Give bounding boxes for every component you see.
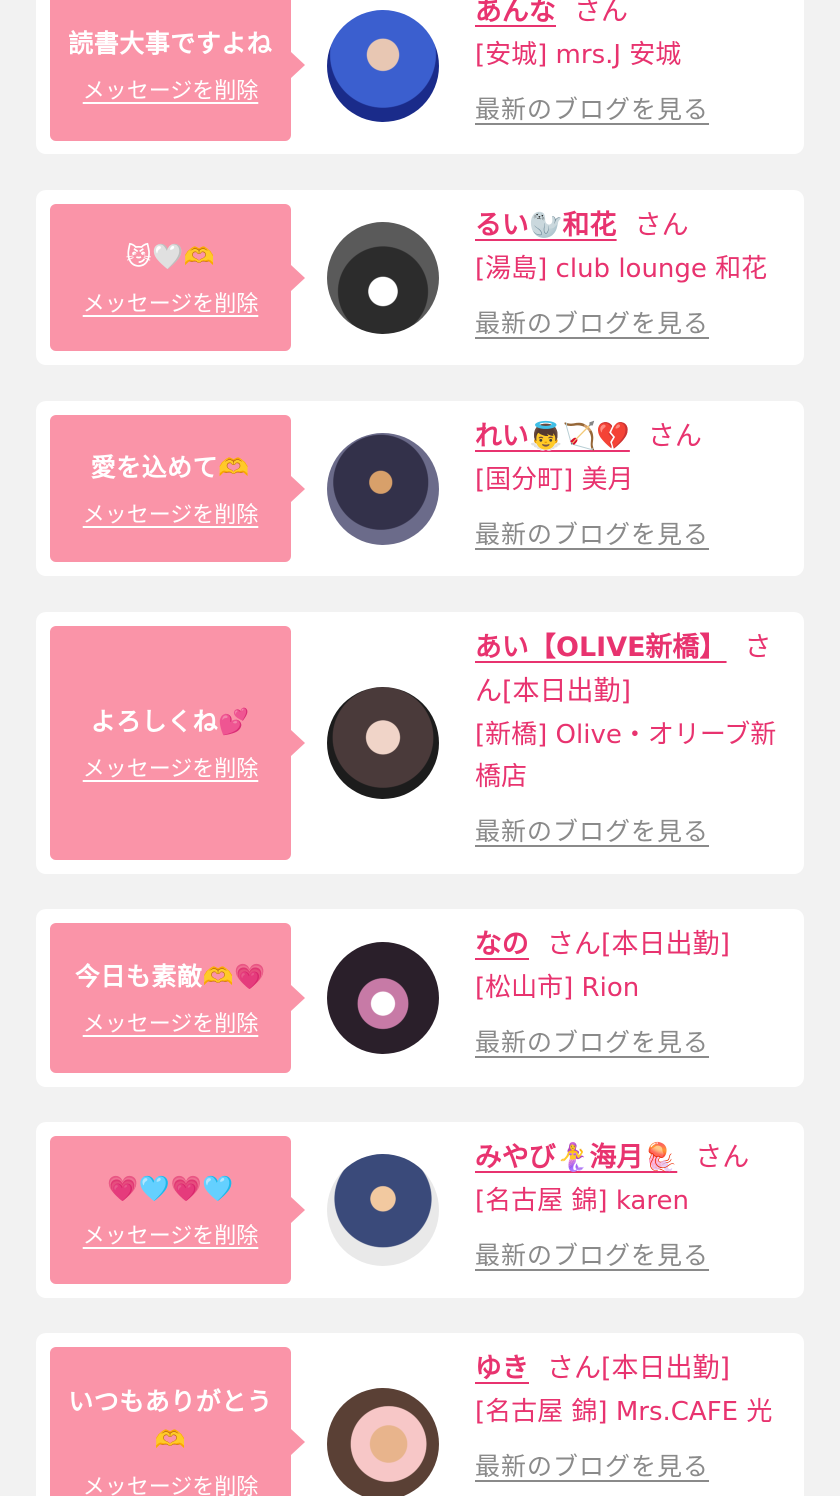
message-text: 今日も素敵🫶💗 bbox=[75, 962, 266, 991]
shop-label: [国分町] 美月 bbox=[475, 465, 634, 495]
shop-label: [名古屋 錦] karen bbox=[475, 1186, 689, 1216]
avatar[interactable] bbox=[327, 687, 439, 799]
latest-blog-link[interactable]: 最新のブログを見る bbox=[475, 304, 709, 340]
list-item: 😼🤍🫶 メッセージを削除 るい🦭和花 さん [湯島] club lounge 和花… bbox=[36, 190, 804, 365]
list-item: 今日も素敵🫶💗 メッセージを削除 なの さん[本日出勤] [松山市] Rion 最… bbox=[36, 909, 804, 1087]
delete-message-link[interactable]: メッセージを削除 bbox=[83, 497, 259, 529]
latest-blog-link[interactable]: 最新のブログを見る bbox=[475, 1023, 709, 1059]
cast-info: ゆき さん[本日出勤] [名古屋 錦] Mrs.CAFE 光 最新のブログを見る bbox=[475, 1347, 785, 1483]
shop-label: [新橋] Olive・オリーブ新橋店 bbox=[475, 720, 777, 792]
message-text: 😼🤍🫶 bbox=[125, 241, 216, 271]
message-bubble: 😼🤍🫶 メッセージを削除 bbox=[50, 204, 305, 351]
message-bubble: 読書大事ですよね メッセージを削除 bbox=[50, 0, 305, 141]
cast-info: みやび🧜‍♀️海月🪼 さん [名古屋 錦] karen 最新のブログを見る bbox=[475, 1136, 785, 1272]
latest-blog-link[interactable]: 最新のブログを見る bbox=[475, 90, 709, 126]
name-suffix: さん bbox=[695, 1142, 750, 1173]
latest-blog-link[interactable]: 最新のブログを見る bbox=[475, 1236, 709, 1272]
cast-name-link[interactable]: るい🦭和花 bbox=[475, 210, 617, 241]
shop-label: [名古屋 錦] Mrs.CAFE 光 bbox=[475, 1397, 773, 1427]
name-suffix: さん bbox=[647, 421, 702, 452]
shop-label: [湯島] club lounge 和花 bbox=[475, 254, 768, 284]
message-bubble: いつもありがとう🫶 メッセージを削除 bbox=[50, 1347, 305, 1496]
name-suffix: さん[本日出勤] bbox=[547, 1353, 731, 1384]
delete-message-link[interactable]: メッセージを削除 bbox=[83, 1218, 259, 1250]
cast-name-link[interactable]: れい👼🏹💔 bbox=[475, 421, 630, 452]
cast-info: あんな さん [安城] mrs.J 安城 最新のブログを見る bbox=[475, 0, 785, 126]
shop-label: [松山市] Rion bbox=[475, 973, 640, 1003]
list-item: よろしくね💕 メッセージを削除 あい【OLIVE新橋】 さん[本日出勤] [新橋]… bbox=[36, 612, 804, 874]
message-bubble: 今日も素敵🫶💗 メッセージを削除 bbox=[50, 923, 305, 1073]
list-item: 読書大事ですよね メッセージを削除 あんな さん [安城] mrs.J 安城 最新… bbox=[36, 0, 804, 154]
avatar[interactable] bbox=[327, 10, 439, 122]
list-item: 愛を込めて🫶 メッセージを削除 れい👼🏹💔 さん [国分町] 美月 最新のブログを… bbox=[36, 401, 804, 576]
delete-message-link[interactable]: メッセージを削除 bbox=[83, 73, 259, 105]
name-suffix: さん bbox=[574, 0, 628, 27]
message-text: いつもありがとう🫶 bbox=[68, 1387, 273, 1454]
cast-info: あい【OLIVE新橋】 さん[本日出勤] [新橋] Olive・オリーブ新橋店 最… bbox=[475, 626, 785, 848]
avatar[interactable] bbox=[327, 1388, 439, 1496]
latest-blog-link[interactable]: 最新のブログを見る bbox=[475, 515, 709, 551]
cast-name-link[interactable]: ゆき bbox=[475, 1353, 529, 1384]
delete-message-link[interactable]: メッセージを削除 bbox=[83, 1006, 259, 1038]
cast-info: るい🦭和花 さん [湯島] club lounge 和花 最新のブログを見る bbox=[475, 204, 785, 340]
name-suffix: さん bbox=[634, 210, 689, 241]
cast-name-link[interactable]: なの bbox=[475, 929, 529, 960]
avatar[interactable] bbox=[327, 433, 439, 545]
message-bubble: 愛を込めて🫶 メッセージを削除 bbox=[50, 415, 305, 562]
cast-name-link[interactable]: あい【OLIVE新橋】 bbox=[475, 632, 727, 663]
message-bubble: よろしくね💕 メッセージを削除 bbox=[50, 626, 305, 860]
message-text: 💗🩵💗🩵 bbox=[107, 1174, 234, 1203]
avatar[interactable] bbox=[327, 222, 439, 334]
cast-info: れい👼🏹💔 さん [国分町] 美月 最新のブログを見る bbox=[475, 415, 785, 551]
cast-info: なの さん[本日出勤] [松山市] Rion 最新のブログを見る bbox=[475, 923, 785, 1059]
list-item: いつもありがとう🫶 メッセージを削除 ゆき さん[本日出勤] [名古屋 錦] Mr… bbox=[36, 1333, 804, 1496]
latest-blog-link[interactable]: 最新のブログを見る bbox=[475, 812, 709, 848]
message-text: 愛を込めて🫶 bbox=[90, 452, 251, 482]
latest-blog-link[interactable]: 最新のブログを見る bbox=[475, 1447, 709, 1483]
message-bubble: 💗🩵💗🩵 メッセージを削除 bbox=[50, 1136, 305, 1284]
delete-message-link[interactable]: メッセージを削除 bbox=[83, 1469, 259, 1496]
cast-name-link[interactable]: あんな bbox=[475, 0, 556, 27]
message-text: 読書大事ですよね bbox=[68, 28, 273, 58]
delete-message-link[interactable]: メッセージを削除 bbox=[83, 751, 259, 783]
shop-label: [安城] mrs.J 安城 bbox=[475, 40, 682, 70]
name-suffix: さん[本日出勤] bbox=[547, 929, 731, 960]
list-item: 💗🩵💗🩵 メッセージを削除 みやび🧜‍♀️海月🪼 さん [名古屋 錦] karen… bbox=[36, 1122, 804, 1298]
message-text: よろしくね💕 bbox=[90, 707, 251, 736]
avatar[interactable] bbox=[327, 1154, 439, 1266]
cast-name-link[interactable]: みやび🧜‍♀️海月🪼 bbox=[475, 1142, 677, 1173]
delete-message-link[interactable]: メッセージを削除 bbox=[83, 286, 259, 318]
avatar[interactable] bbox=[327, 942, 439, 1054]
